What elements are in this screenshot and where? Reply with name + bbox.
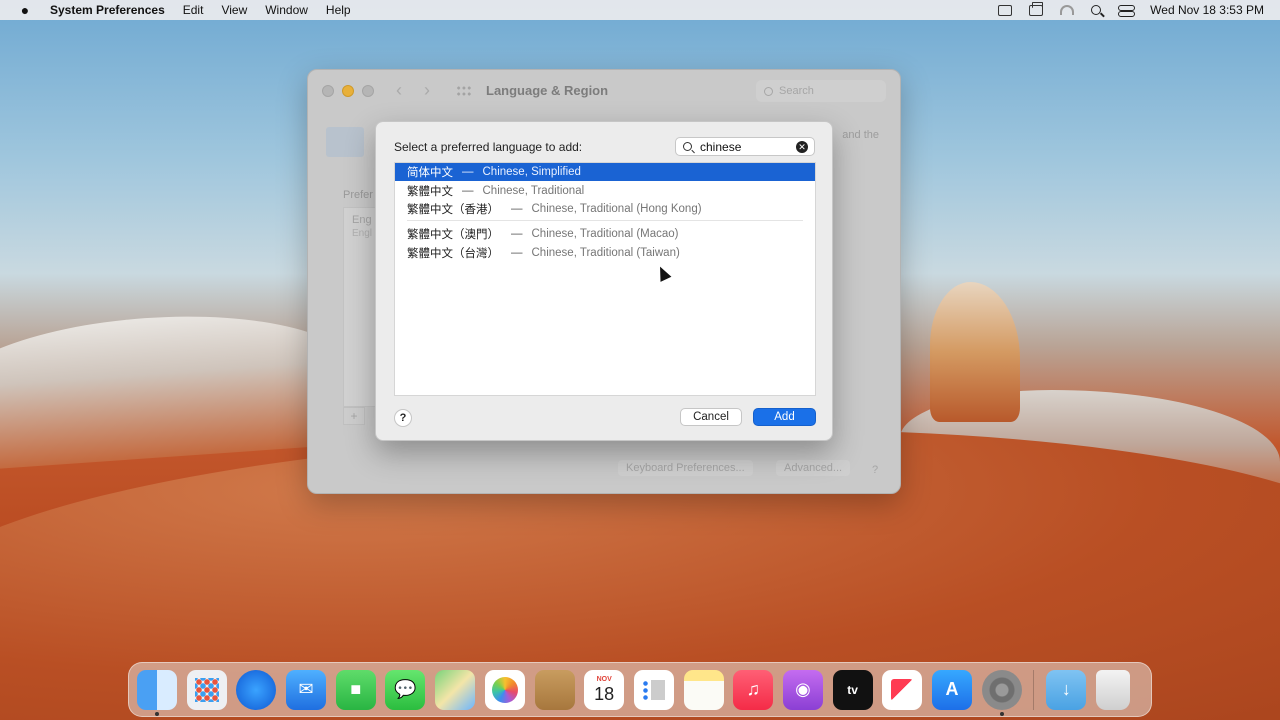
language-row-chinese-hong-kong[interactable]: 繁體中文（香港） — Chinese, Traditional (Hong Ko… xyxy=(395,200,815,218)
system-preferences-icon[interactable] xyxy=(981,669,1022,716)
running-indicator xyxy=(999,711,1004,716)
description-text-fragment: and the xyxy=(842,129,879,141)
language-english-name: Chinese, Traditional (Taiwan) xyxy=(531,246,680,259)
language-native-name: 繁體中文（台灣） xyxy=(407,247,499,260)
photos-flower-glyph xyxy=(491,676,518,703)
calendar-day: 18 xyxy=(594,684,615,704)
menu-app-name[interactable]: System Preferences xyxy=(50,3,165,17)
menu-bar-clock[interactable]: Wed Nov 18 3:53 PM xyxy=(1150,3,1264,17)
preferred-languages-label: Prefer xyxy=(343,189,373,201)
dock-separator xyxy=(1033,669,1035,710)
window-titlebar: ‹ › Language & Region Search xyxy=(308,70,900,111)
language-row-chinese-taiwan[interactable]: 繁體中文（台灣） — Chinese, Traditional (Taiwan) xyxy=(395,244,815,262)
tv-icon[interactable]: tv xyxy=(832,669,873,710)
dock: ✉ ■ 💬 NOV 18 ♫ ◉ tv A ↓ xyxy=(128,662,1152,717)
back-arrow-icon[interactable]: ‹ xyxy=(396,80,402,101)
news-glyph xyxy=(891,678,914,701)
menu-bar: ● System Preferences Edit View Window He… xyxy=(0,0,1280,20)
language-native-name: 繁體中文（香港） xyxy=(407,204,499,216)
menu-bar-status-area: Wed Nov 18 3:53 PM xyxy=(998,0,1264,20)
contacts-icon[interactable] xyxy=(534,669,575,710)
screen-mirroring-icon[interactable] xyxy=(1029,1,1044,16)
search-icon xyxy=(683,142,692,151)
photos-icon[interactable] xyxy=(484,669,525,710)
add-language-button[interactable]: + xyxy=(343,407,365,425)
maps-icon[interactable] xyxy=(435,669,476,710)
sheet-prompt: Select a preferred language to add: xyxy=(394,140,583,154)
add-button[interactable]: Add xyxy=(753,408,816,426)
trash-icon[interactable] xyxy=(1096,669,1131,710)
language-search-field[interactable]: ✕ xyxy=(675,137,815,156)
window-title: Language & Region xyxy=(486,83,609,98)
launchpad-icon[interactable] xyxy=(186,669,227,710)
language-english-name: Chinese, Traditional xyxy=(482,184,585,197)
messages-icon[interactable]: 💬 xyxy=(385,669,426,710)
music-icon[interactable]: ♫ xyxy=(733,669,774,710)
language-list[interactable]: 简体中文 — Chinese, Simplified 繁體中文 — Chines… xyxy=(394,162,816,396)
list-divider xyxy=(407,220,803,221)
app-store-icon[interactable]: A xyxy=(932,669,972,710)
close-window-button[interactable] xyxy=(322,84,334,97)
window-search-placeholder: Search xyxy=(779,85,814,97)
language-region-flag-icon xyxy=(326,127,364,157)
calendar-icon[interactable]: NOV 18 xyxy=(584,669,625,710)
apple-logo-icon[interactable]: ● xyxy=(18,2,32,18)
window-search-field[interactable]: Search xyxy=(756,80,886,102)
language-separator: — xyxy=(511,203,523,215)
language-native-name: 繁體中文 xyxy=(407,185,453,198)
reminders-list-glyph xyxy=(641,679,666,700)
language-row-chinese-simplified[interactable]: 简体中文 — Chinese, Simplified xyxy=(395,163,815,181)
search-icon xyxy=(764,86,773,96)
traffic-lights xyxy=(322,84,374,97)
language-separator: — xyxy=(462,166,474,178)
cancel-button[interactable]: Cancel xyxy=(680,408,742,426)
forward-arrow-icon[interactable]: › xyxy=(424,80,430,101)
facetime-icon[interactable]: ■ xyxy=(335,669,376,710)
downloads-folder-icon[interactable]: ↓ xyxy=(1046,669,1087,710)
sheet-help-button[interactable]: ? xyxy=(394,409,412,427)
menu-window[interactable]: Window xyxy=(265,3,308,17)
menu-edit[interactable]: Edit xyxy=(183,3,204,17)
zoom-window-button[interactable] xyxy=(362,84,374,97)
notes-icon[interactable] xyxy=(683,669,724,710)
language-native-name: 繁體中文（澳門） xyxy=(407,229,499,241)
language-search-input[interactable] xyxy=(700,139,796,154)
language-separator: — xyxy=(511,228,523,240)
podcasts-icon[interactable]: ◉ xyxy=(782,669,823,710)
keyboard-preferences-button[interactable]: Keyboard Preferences... xyxy=(618,460,753,476)
display-icon[interactable] xyxy=(998,4,1013,16)
window-help-button[interactable]: ? xyxy=(866,461,884,479)
control-center-icon[interactable] xyxy=(1118,4,1136,17)
spotlight-search-icon[interactable] xyxy=(1091,5,1102,15)
language-english-name: Chinese, Traditional (Macao) xyxy=(531,228,679,240)
language-english-name: Chinese, Simplified xyxy=(482,166,581,178)
running-indicator xyxy=(155,711,159,716)
language-english-name: Chinese, Traditional (Hong Kong) xyxy=(531,203,702,215)
menu-view[interactable]: View xyxy=(221,3,247,17)
add-language-sheet: Select a preferred language to add: ✕ 简体… xyxy=(375,121,833,441)
language-native-name: 简体中文 xyxy=(407,167,453,179)
advanced-button[interactable]: Advanced... xyxy=(776,460,851,476)
safari-icon[interactable] xyxy=(236,669,277,710)
mail-icon[interactable]: ✉ xyxy=(286,669,327,710)
calendar-month: NOV xyxy=(596,676,612,683)
language-row-chinese-traditional[interactable]: 繁體中文 — Chinese, Traditional xyxy=(395,182,815,200)
clear-search-icon[interactable]: ✕ xyxy=(796,141,808,153)
language-separator: — xyxy=(462,184,474,197)
language-separator: — xyxy=(511,246,523,259)
reminders-icon[interactable] xyxy=(633,669,674,710)
news-icon[interactable] xyxy=(882,669,923,710)
menu-help[interactable]: Help xyxy=(326,3,351,17)
show-all-grid-icon[interactable] xyxy=(456,84,472,97)
launchpad-grid-glyph xyxy=(194,677,219,702)
wifi-icon[interactable] xyxy=(1060,5,1075,15)
language-row-chinese-macao[interactable]: 繁體中文（澳門） — Chinese, Traditional (Macao) xyxy=(395,225,815,243)
minimize-window-button[interactable] xyxy=(342,84,354,97)
wallpaper-rock-spire xyxy=(930,282,1020,422)
finder-icon[interactable] xyxy=(137,669,177,716)
